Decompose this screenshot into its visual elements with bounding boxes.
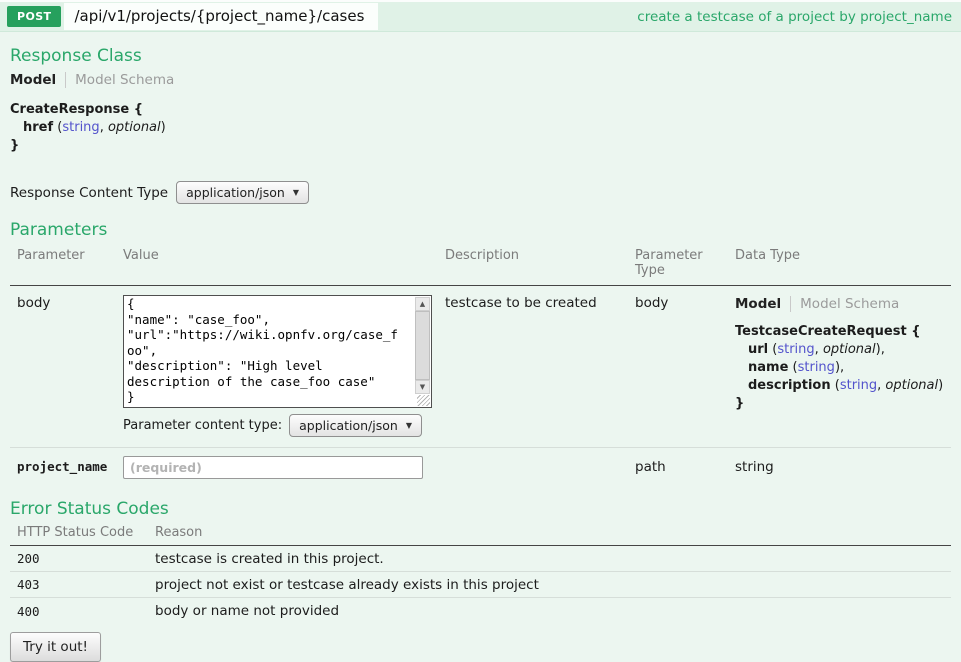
resize-grip-icon[interactable] xyxy=(417,395,430,406)
col-parameter-type: Parameter Type xyxy=(635,248,735,278)
parameters-table-header: Parameter Value Description Parameter Ty… xyxy=(10,248,951,286)
col-parameter: Parameter xyxy=(10,248,123,278)
parameters-heading: Parameters xyxy=(10,220,951,240)
parameter-value-cell: { "name": "case_foo", "url":"https://wik… xyxy=(123,295,445,437)
parameter-row-body: body { "name": "case_foo", "url":"https:… xyxy=(10,286,951,437)
property-type: string xyxy=(62,120,99,135)
signature-field: url (string, optional), xyxy=(735,341,951,359)
error-table-header: HTTP Status Code Reason xyxy=(10,525,951,546)
parameter-type: path xyxy=(635,456,735,479)
select-arrow-icon: ▼ xyxy=(406,421,412,431)
status-code: 400 xyxy=(10,604,155,619)
tab-model-schema[interactable]: Model Schema xyxy=(75,72,174,88)
parameter-name: body xyxy=(10,295,123,437)
parameter-data-type: string xyxy=(735,456,951,479)
signature-field: description (string, optional) xyxy=(735,377,951,395)
status-reason: project not exist or testcase already ex… xyxy=(155,577,951,593)
parameter-type: body xyxy=(635,295,735,437)
data-type-signature: TestcaseCreateRequest { url (string, opt… xyxy=(735,323,951,413)
parameter-row-project-name: project_name path string xyxy=(10,448,951,485)
signature-title: TestcaseCreateRequest { xyxy=(735,323,951,341)
property-qualifier: optional xyxy=(823,342,876,357)
col-value: Value xyxy=(123,248,445,278)
property-type: string xyxy=(798,360,835,375)
col-description: Description xyxy=(445,248,635,278)
parameter-value-cell xyxy=(123,456,445,479)
property-qualifier: optional xyxy=(885,378,938,393)
response-content-type-row: Response Content Type application/json ▼ xyxy=(10,181,951,204)
signature-field: href (string, optional) xyxy=(10,119,951,137)
col-reason: Reason xyxy=(155,525,951,540)
endpoint-header: POST /api/v1/projects/{project_name}/cas… xyxy=(0,2,961,32)
error-row: 400 body or name not provided xyxy=(10,598,951,624)
tab-divider xyxy=(790,296,791,312)
tab-model-schema[interactable]: Model Schema xyxy=(800,296,899,312)
selected-value: application/json xyxy=(299,418,398,433)
tab-model[interactable]: Model xyxy=(10,72,56,88)
error-row: 403 project not exist or testcase alread… xyxy=(10,572,951,598)
response-class-signature: CreateResponse { href (string, optional)… xyxy=(10,101,951,155)
body-parameter-textarea[interactable]: { "name": "case_foo", "url":"https://wik… xyxy=(124,296,414,407)
try-it-out-button[interactable]: Try it out! xyxy=(10,632,101,662)
post-method-badge[interactable]: POST xyxy=(7,6,61,27)
status-code: 403 xyxy=(10,577,155,592)
scrollbar-track[interactable] xyxy=(415,311,430,380)
signature-title: CreateResponse { xyxy=(10,101,951,119)
error-status-codes-heading: Error Status Codes xyxy=(10,499,951,519)
scroll-down-icon[interactable]: ▼ xyxy=(415,380,430,394)
response-class-tabs: Model Model Schema xyxy=(10,71,951,89)
parameter-content-type-row: Parameter content type: application/json… xyxy=(123,414,445,437)
data-type-tabs: Model Model Schema xyxy=(735,295,951,313)
status-reason: testcase is created in this project. xyxy=(155,551,951,567)
col-data-type: Data Type xyxy=(735,248,951,278)
col-http-status-code: HTTP Status Code xyxy=(10,525,155,540)
parameter-description: testcase to be created xyxy=(445,295,635,437)
status-code: 200 xyxy=(10,551,155,566)
signature-close: } xyxy=(10,137,951,155)
property-type: string xyxy=(840,378,877,393)
property-qualifier: optional xyxy=(108,120,161,135)
textarea-scrollbar[interactable]: ▲ ▼ xyxy=(415,297,430,394)
scroll-up-icon[interactable]: ▲ xyxy=(415,297,430,311)
tab-model[interactable]: Model xyxy=(735,296,781,312)
endpoint-summary-link[interactable]: create a testcase of a project by projec… xyxy=(637,9,952,25)
signature-field: name (string), xyxy=(735,359,951,377)
status-reason: body or name not provided xyxy=(155,603,951,619)
property-type: string xyxy=(777,342,814,357)
selected-value: application/json xyxy=(186,185,285,200)
body-parameter-value: { "name": "case_foo", "url":"https://wik… xyxy=(123,295,432,408)
parameter-content-type-label: Parameter content type: xyxy=(123,418,282,433)
parameter-description xyxy=(445,456,635,479)
operation-body: Response Class Model Model Schema Create… xyxy=(0,46,961,662)
endpoint-path[interactable]: /api/v1/projects/{project_name}/cases xyxy=(64,3,378,30)
parameter-name: project_name xyxy=(10,456,123,479)
parameter-data-type-cell: Model Model Schema TestcaseCreateRequest… xyxy=(735,295,951,437)
response-content-type-select[interactable]: application/json ▼ xyxy=(176,181,309,204)
scrollbar-thumb[interactable] xyxy=(415,311,430,380)
signature-close: } xyxy=(735,395,951,413)
response-content-type-label: Response Content Type xyxy=(10,185,168,201)
error-row: 200 testcase is created in this project. xyxy=(10,546,951,572)
parameter-content-type-select[interactable]: application/json ▼ xyxy=(289,414,422,437)
tab-divider xyxy=(65,72,66,88)
select-arrow-icon: ▼ xyxy=(293,188,299,198)
project-name-input[interactable] xyxy=(123,456,423,479)
response-class-heading: Response Class xyxy=(10,46,951,66)
